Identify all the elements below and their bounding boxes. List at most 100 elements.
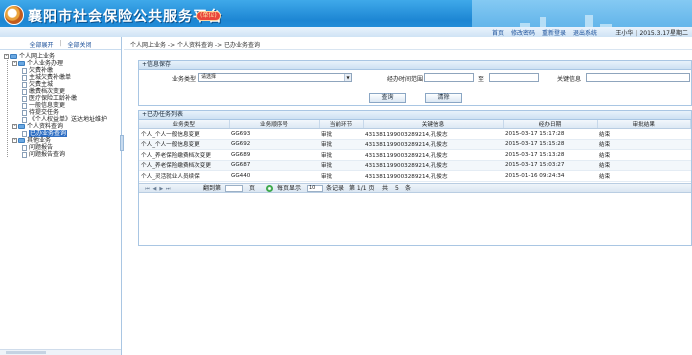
column-header[interactable]: 经办日期 [503, 120, 598, 129]
column-header[interactable]: 关键信息 [363, 120, 504, 129]
cell-seq: GG440 [229, 170, 319, 182]
per-page-label: 每页显示 [277, 185, 302, 192]
tree-node[interactable]: - 个人资料查询 [2, 123, 119, 130]
tree-node[interactable]: 医疗保险工龄补缴 [2, 95, 119, 102]
tree-node[interactable]: 一般信息变更 [2, 102, 119, 109]
tree-node[interactable]: - 其他业务 [2, 137, 119, 144]
table-row[interactable]: 个人_个人一般信息变更 GG692 审批 431381199003289214,… [139, 139, 691, 150]
logout-link[interactable]: 退出系统 [573, 28, 597, 37]
first-page-icon[interactable]: ⏮ [145, 187, 150, 192]
column-header[interactable]: 当前环节 [319, 120, 364, 129]
cell-type: 个人_养老保险缴费档次变更 [139, 160, 229, 171]
prev-page-icon[interactable]: ◀ [152, 187, 157, 192]
main-content: 个人网上业务 -> 个人资料查询 -> 已办业务查询 +信息保存 业务类型 请选… [124, 37, 692, 355]
column-header[interactable]: 审批结果 [597, 120, 691, 129]
cell-type: 个人_养老保险缴费档次变更 [139, 149, 229, 161]
document-icon [22, 130, 27, 137]
toggle-minus-icon[interactable]: - [12, 61, 17, 66]
document-icon [22, 144, 27, 151]
change-password-link[interactable]: 修改密码 [511, 28, 535, 37]
table-row[interactable]: 个人_养老保险缴费档次变更 GG689 审批 43138119900328921… [139, 149, 691, 161]
cell-stage: 审批 [319, 170, 363, 182]
toggle-minus-icon[interactable]: - [12, 124, 17, 129]
cell-result: 结束 [597, 170, 691, 182]
pager-nav: ⏮ ◀ ▶ ⏭ [145, 184, 171, 193]
total-suffix: 条 [405, 185, 412, 192]
tree-node[interactable]: 欠费主城 [2, 81, 119, 88]
toggle-minus-icon[interactable]: - [12, 138, 17, 143]
document-icon [22, 102, 27, 109]
toggle-minus-icon[interactable]: - [4, 54, 9, 59]
cell-stage: 审批 [319, 128, 363, 140]
sidebar-scrollbar[interactable] [0, 349, 121, 355]
collapse-all-link[interactable]: 全部关闭 [68, 40, 92, 49]
page-unit-label: 页 [249, 185, 256, 192]
table-row[interactable]: 个人_养老保险缴费档次变更 GG687 审批 43138119900328921… [139, 160, 691, 171]
tree-node-label: 医疗保险工龄补缴 [29, 95, 78, 102]
results-empty-area [139, 195, 691, 245]
breadcrumb: 个人网上业务 -> 个人资料查询 -> 已办业务查询 [124, 37, 692, 50]
user-name: 王小华 [615, 30, 634, 37]
table-header-row: 业务类型 业务顺序号 当前环节 关键信息 经办日期 审批结果 [139, 120, 691, 129]
per-page-input[interactable]: 10 [307, 185, 323, 192]
tree-node[interactable]: - 个人业务办理 [2, 60, 119, 67]
user-info: 王小华 | 2015.3.17星期二 [615, 28, 688, 37]
column-header[interactable]: 业务顺序号 [229, 120, 320, 129]
tree-node[interactable]: 问题报告 [2, 144, 119, 151]
home-link[interactable]: 首页 [492, 28, 504, 37]
search-button[interactable]: 查询 [369, 93, 406, 103]
document-icon [22, 67, 27, 74]
key-info-input[interactable] [586, 73, 690, 82]
tree-node[interactable]: 待提交任务 [2, 109, 119, 116]
tree-node-label: 个人业务办理 [27, 60, 64, 67]
expand-all-link[interactable]: 全部展开 [29, 40, 53, 49]
tree-node-label: 《个人权益单》送达地址维护 [29, 116, 108, 123]
business-type-select[interactable]: 请选择 ▼ [198, 73, 352, 82]
records-label: 条记录 [326, 185, 345, 192]
tree-node[interactable]: 《个人权益单》送达地址维护 [2, 116, 119, 123]
total-prefix: 共 [382, 185, 389, 192]
top-bar: 首页 修改密码 重新登录 退出系统 王小华 | 2015.3.17星期二 [0, 27, 692, 37]
goto-label: 翻到第 [203, 185, 222, 192]
column-header[interactable]: 业务类型 [139, 120, 230, 129]
sidebar-ops: 全部展开 | 全部关闭 [0, 37, 121, 50]
date-to-label: 至 [478, 76, 485, 83]
tree-node[interactable]: 问题报告查询 [2, 151, 119, 158]
chevron-down-icon: ▼ [344, 74, 351, 81]
cell-result: 结束 [597, 139, 691, 150]
document-icon [22, 116, 27, 123]
scrollbar-thumb[interactable] [6, 351, 46, 354]
tree-node[interactable]: - 个人网上业务 [2, 53, 119, 60]
tree-node-selected[interactable]: 已办业务查询 [2, 130, 119, 137]
page-info: 第 1/1 页 [349, 185, 375, 192]
pagination-bar: ⏮ ◀ ▶ ⏭ 翻到第 页 每页显示 10 条记录 第 1/1 页 共 5 条 [139, 183, 691, 193]
divider: | [635, 30, 638, 37]
cell-key: 431381199003289214,孔俊志 [363, 149, 503, 161]
table-row[interactable]: 个人_个人一般信息变更 GG693 审批 431381199003289214,… [139, 128, 691, 140]
folder-icon [18, 124, 25, 129]
folder-icon [18, 61, 25, 66]
relogin-link[interactable]: 重新登录 [542, 28, 566, 37]
goto-page-input[interactable] [225, 185, 243, 192]
table-row[interactable]: 个人_灵活就业人员续保 GG440 审批 431381199003289214,… [139, 170, 691, 182]
refresh-icon[interactable] [266, 185, 273, 192]
query-panel-title: +信息保存 [139, 61, 691, 70]
clear-button[interactable]: 清除 [425, 93, 462, 103]
total-count: 5 [395, 185, 399, 192]
end-date-input[interactable] [489, 73, 539, 82]
last-page-icon[interactable]: ⏭ [166, 187, 171, 192]
tree-node[interactable]: 主城欠费补缴单 [2, 74, 119, 81]
start-date-input[interactable] [424, 73, 474, 82]
next-page-icon[interactable]: ▶ [159, 187, 164, 192]
cell-date: 2015-03-17 15:13:28 [503, 149, 597, 161]
tree-node[interactable]: 欠费补缴 [2, 67, 119, 74]
org-badge: (单位) [196, 11, 221, 21]
results-panel-title: +已办任务列表 [139, 111, 691, 120]
document-icon [22, 81, 27, 88]
tree-node-label: 其他业务 [27, 137, 52, 144]
tree-node[interactable]: 缴费档次变更 [2, 88, 119, 95]
cell-key: 431381199003289214,孔俊志 [363, 128, 503, 140]
cell-result: 结束 [597, 128, 691, 140]
document-icon [22, 109, 27, 116]
cell-date: 2015-03-17 15:15:28 [503, 139, 597, 150]
